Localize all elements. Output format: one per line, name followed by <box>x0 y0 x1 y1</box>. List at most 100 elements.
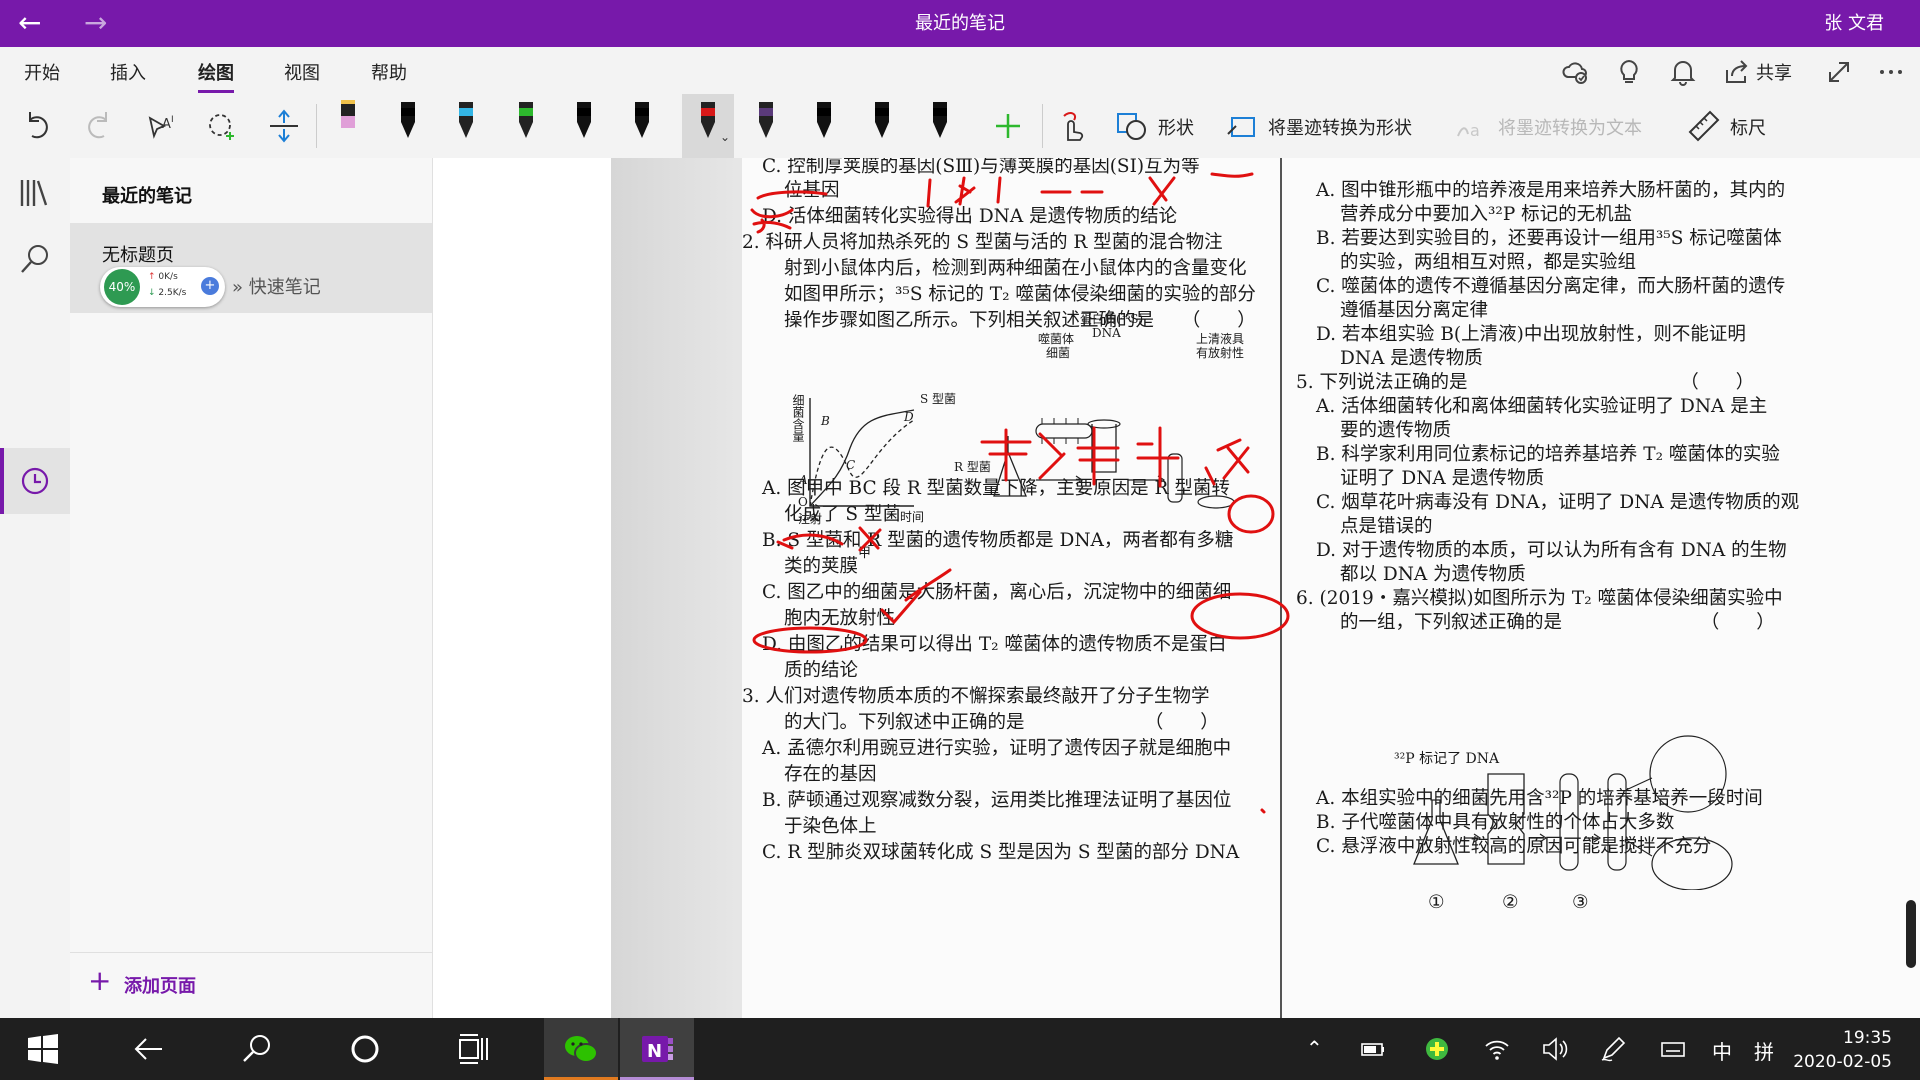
taskbar-app-wechat[interactable] <box>544 1018 618 1080</box>
share-button[interactable]: 共享 <box>1756 59 1792 85</box>
task-view-icon[interactable] <box>454 1030 492 1068</box>
clock-icon[interactable] <box>18 464 52 498</box>
sync-cloud-icon[interactable] <box>1560 57 1590 87</box>
wifi-icon[interactable] <box>1482 1034 1512 1064</box>
plus-icon[interactable] <box>990 108 1026 144</box>
search-icon[interactable] <box>238 1030 276 1068</box>
chevron-down-icon[interactable]: ⌄ <box>720 130 730 144</box>
ruler-icon[interactable] <box>1686 108 1722 144</box>
pen-icon <box>759 102 773 138</box>
ink-to-text-button: 将墨迹转换为文本 <box>1498 118 1642 139</box>
page-shadow <box>611 158 761 1018</box>
document-line: C. 控制厚荚膜的基因(SⅢ)与薄荚膜的基因(SⅠ)互为等 <box>762 158 1200 177</box>
document-line: 遵循基因分离定律 <box>1340 300 1489 321</box>
windows-start-icon[interactable] <box>24 1030 62 1068</box>
show-hidden-icons-icon[interactable]: ⌃ <box>1306 1036 1323 1060</box>
svg-text:I: I <box>171 115 174 125</box>
shapes-icon[interactable] <box>1114 108 1150 144</box>
tab-view[interactable]: 视图 <box>284 59 320 85</box>
volume-icon[interactable] <box>1540 1034 1570 1064</box>
taskbar-app-onenote[interactable]: N <box>620 1018 694 1080</box>
undo-icon[interactable] <box>20 108 56 144</box>
shapes-button[interactable]: 形状 <box>1158 114 1194 140</box>
lasso-select-icon[interactable] <box>204 108 240 144</box>
pen[interactable] <box>798 94 850 158</box>
pen[interactable] <box>382 94 434 158</box>
pen-icon <box>875 102 889 138</box>
pen[interactable] <box>500 94 552 158</box>
bell-icon[interactable] <box>1668 57 1698 87</box>
ink-to-shape-button[interactable]: 将墨迹转换为形状 <box>1268 114 1412 140</box>
ink-to-shape-icon[interactable] <box>1224 108 1260 144</box>
document-line: D. 对于遗传物质的本质，可以认为所有含有 DNA 的生物 <box>1316 540 1787 561</box>
pen-icon <box>933 102 947 138</box>
pen-icon <box>635 102 649 138</box>
document-line: 存在的基因 <box>784 764 877 785</box>
document-line: DNA 是遗传物质 <box>1340 348 1483 369</box>
cortana-icon[interactable] <box>346 1030 384 1068</box>
scanned-document[interactable]: C. 控制厚荚膜的基因(SⅢ)与薄荚膜的基因(SⅠ)互为等 位基因 D. 活体细菌转… <box>742 158 1920 1018</box>
network-speed-widget[interactable]: 40% ↑ 0K/s ↓ 2.5K/s + <box>100 267 225 307</box>
pen[interactable] <box>740 94 792 158</box>
page-item-untitled[interactable]: 无标题页 » 快速笔记 40% ↑ 0K/s ↓ 2.5K/s + <box>70 223 432 313</box>
step-3: ③ <box>1572 892 1589 913</box>
redo-icon[interactable] <box>80 108 116 144</box>
nav-rail <box>0 158 70 1018</box>
search-icon[interactable] <box>18 242 52 276</box>
pen[interactable] <box>440 94 492 158</box>
origin-label: O <box>798 495 808 509</box>
tab-help[interactable]: 帮助 <box>371 59 407 85</box>
tab-insert[interactable]: 插入 <box>110 59 146 85</box>
upload-speed: ↑ 0K/s <box>148 272 178 282</box>
pen-icon <box>401 102 415 138</box>
touch-draw-icon[interactable] <box>1054 108 1090 144</box>
more-options-icon[interactable] <box>1876 57 1906 87</box>
inject-label: 注射 <box>798 512 823 526</box>
point-b: B <box>821 414 830 428</box>
type-select-icon[interactable]: A I <box>144 108 180 144</box>
pen-workspace-icon[interactable] <box>1598 1034 1628 1064</box>
document-line: 于染色体上 <box>784 816 877 837</box>
user-name[interactable]: 张 文君 <box>1824 0 1884 47</box>
document-line: 都以 DNA 为遗传物质 <box>1340 564 1526 585</box>
battery-icon[interactable] <box>1358 1034 1388 1064</box>
svg-text:a: a <box>1470 121 1480 140</box>
pen[interactable] <box>856 94 908 158</box>
tab-home[interactable]: 开始 <box>24 59 60 85</box>
document-line: C. 烟草花叶病毒没有 DNA，证明了 DNA 是遗传物质的观 <box>1316 492 1800 513</box>
document-line: A. 活体细菌转化和离体细菌转化实验证明了 DNA 是主 <box>1316 396 1768 417</box>
document-line: B. 萨顿通过观察减数分裂，运用类比推理法证明了基因位 <box>762 790 1232 811</box>
lightbulb-icon[interactable] <box>1614 57 1644 87</box>
pen[interactable] <box>558 94 610 158</box>
share-icon[interactable] <box>1722 57 1752 87</box>
point-a: A <box>799 473 808 487</box>
document-line: 要的遗传物质 <box>1340 420 1452 441</box>
notebooks-icon[interactable] <box>18 176 52 210</box>
clock-time: 19:35 <box>1843 1028 1892 1048</box>
touch-keyboard-icon[interactable] <box>1658 1034 1688 1064</box>
ime-mode[interactable]: 拼 <box>1754 1036 1774 1065</box>
add-icon: + <box>88 964 112 997</box>
svg-text:A: A <box>162 117 171 132</box>
ime-language[interactable]: 中 <box>1712 1036 1732 1065</box>
pen-selected[interactable]: ⌄ <box>682 94 734 158</box>
tab-draw[interactable]: 绘图 <box>198 59 234 93</box>
pen[interactable] <box>914 94 966 158</box>
pen[interactable] <box>322 94 374 158</box>
column-divider <box>1280 158 1282 1018</box>
document-line: 射到小鼠体内后，检测到两种细菌在小鼠体内的含量变化 <box>784 258 1247 279</box>
document-line: 证明了 DNA 是遗传物质 <box>1340 468 1545 489</box>
onenote-icon: N <box>642 1036 673 1062</box>
vertical-scrollbar[interactable] <box>1906 900 1916 968</box>
document-line: D. 若本组实验 B(上清液)中出现放射性，则不能证明 <box>1316 324 1746 345</box>
ruler-button[interactable]: 标尺 <box>1730 114 1766 140</box>
add-space-icon[interactable] <box>266 108 302 144</box>
document-line: 操作步骤如图乙所示。下列相关叙述正确的是 （ ） <box>784 310 1256 331</box>
security-app-icon[interactable] <box>1422 1034 1452 1064</box>
boost-icon[interactable]: + <box>201 277 219 295</box>
back-icon[interactable] <box>130 1030 168 1068</box>
document-line: 5. 下列说法正确的是 （ ） <box>1296 372 1755 393</box>
pen[interactable] <box>616 94 668 158</box>
system-clock[interactable]: 19:35 2020-02-05 <box>1793 1026 1892 1074</box>
expand-icon[interactable] <box>1824 57 1854 87</box>
